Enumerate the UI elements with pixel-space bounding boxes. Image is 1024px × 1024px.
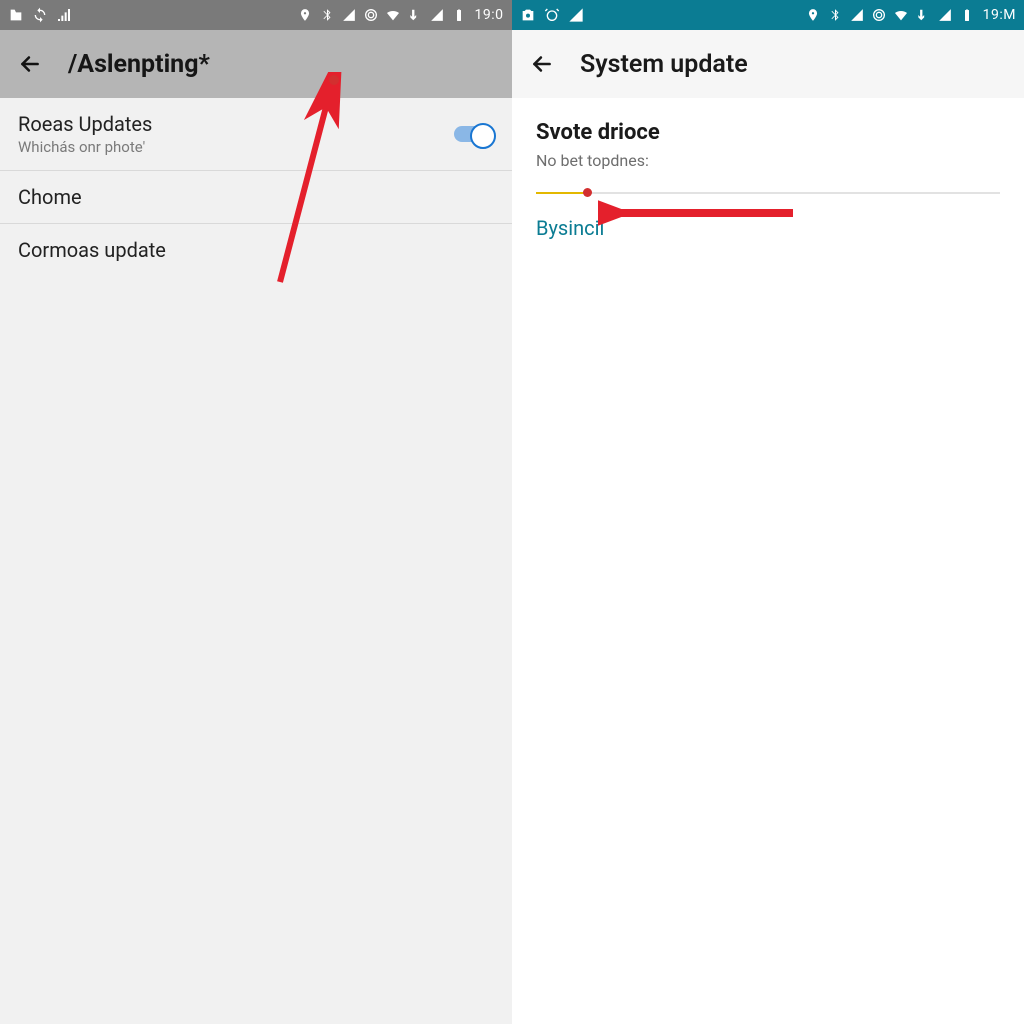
cell-signal-icon xyxy=(341,7,357,23)
nfc-icon xyxy=(363,7,379,23)
page-title: System update xyxy=(580,50,748,79)
nfc-icon xyxy=(871,7,887,23)
section-title: Svote drioce xyxy=(536,120,1000,145)
sync-icon xyxy=(32,7,48,23)
progress-fill xyxy=(536,192,587,194)
status-bar: 19:M xyxy=(512,0,1024,30)
camera-icon xyxy=(520,7,536,23)
wifi-icon xyxy=(893,7,909,23)
row-roeas-updates[interactable]: Roeas Updates Whichás onr phote' xyxy=(0,98,512,171)
update-content: Svote drioce No bet topdnes: Bysinciı xyxy=(512,98,1024,262)
row-label: Cormoas update xyxy=(18,238,166,262)
app-bar: System update xyxy=(512,30,1024,98)
row-label: Chome xyxy=(18,185,82,209)
right-pane: 19:M System update Svote drioce No bet t… xyxy=(512,0,1024,1024)
status-clock: 19:0 xyxy=(475,7,505,23)
back-button[interactable] xyxy=(16,50,44,78)
row-sublabel: Whichás onr phote' xyxy=(18,138,152,156)
toggle-switch[interactable] xyxy=(454,126,494,142)
bluetooth-icon xyxy=(827,7,843,23)
data-icon xyxy=(915,7,931,23)
wifi-icon xyxy=(385,7,401,23)
cell-signal-3-icon xyxy=(937,7,953,23)
action-link[interactable]: Bysinciı xyxy=(536,216,604,240)
location-icon xyxy=(805,7,821,23)
left-pane: 19:0 /Aslenpting* Roeas Updates Whichás… xyxy=(0,0,512,1024)
page-title: /Aslenpting* xyxy=(68,50,210,79)
status-right-icons: 19:M xyxy=(805,7,1016,23)
bluetooth-icon xyxy=(319,7,335,23)
cell-signal-icon xyxy=(568,7,584,23)
back-button[interactable] xyxy=(528,50,556,78)
row-chome[interactable]: Chome xyxy=(0,171,512,224)
status-clock: 19:M xyxy=(983,7,1016,23)
app-bar: /Aslenpting* xyxy=(0,30,512,98)
location-icon xyxy=(297,7,313,23)
battery-icon xyxy=(451,7,467,23)
row-label: Roeas Updates xyxy=(18,112,152,136)
signal-bars-icon xyxy=(56,7,72,23)
status-left-icons xyxy=(8,7,72,23)
folder-icon xyxy=(8,7,24,23)
section-subtitle: No bet topdnes: xyxy=(536,151,1000,170)
status-right-icons: 19:0 xyxy=(297,7,505,23)
battery-icon xyxy=(959,7,975,23)
settings-list: Roeas Updates Whichás onr phote' Chome C… xyxy=(0,98,512,276)
progress-thumb[interactable] xyxy=(583,188,592,197)
row-cormoas-update[interactable]: Cormoas update xyxy=(0,224,512,276)
cell-signal-2-icon xyxy=(849,7,865,23)
alarm-icon xyxy=(544,7,560,23)
status-left-icons xyxy=(520,7,584,23)
progress-bar xyxy=(536,192,1000,194)
cell-signal-2-icon xyxy=(429,7,445,23)
data-icon xyxy=(407,7,423,23)
status-bar: 19:0 xyxy=(0,0,512,30)
